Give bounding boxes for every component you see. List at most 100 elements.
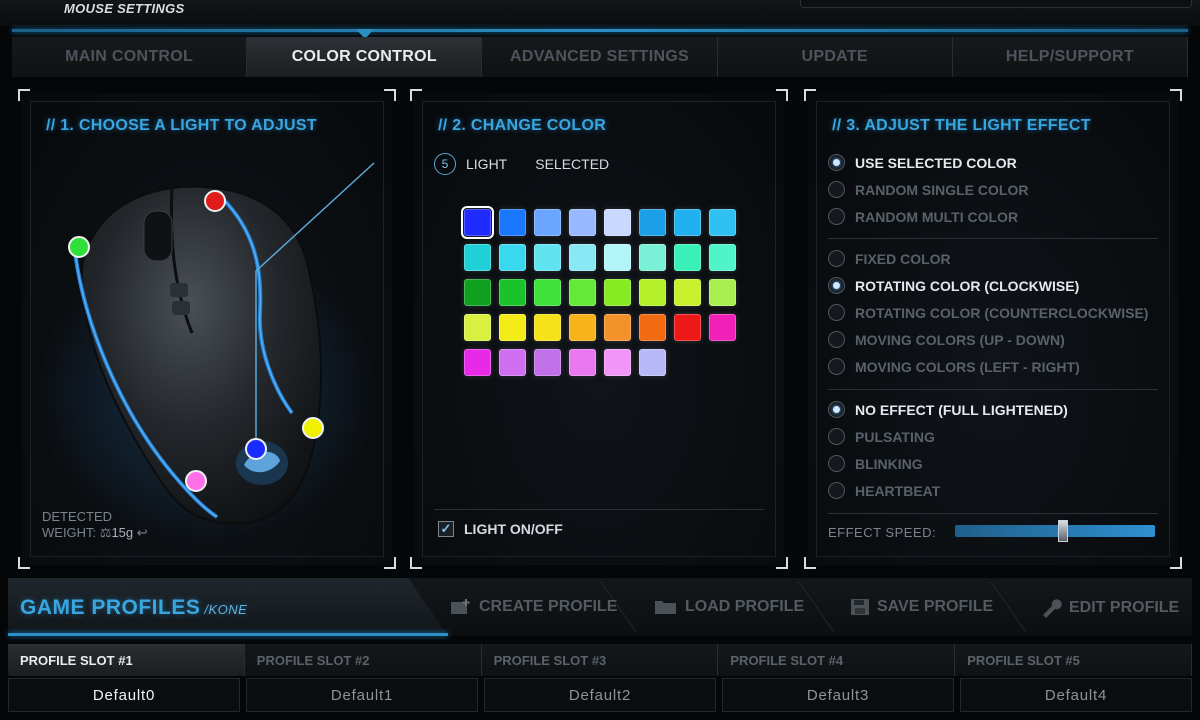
- radio-label: FIXED COLOR: [855, 250, 951, 267]
- color-swatch[interactable]: [534, 314, 561, 341]
- color-swatch[interactable]: [569, 314, 596, 341]
- color-swatch[interactable]: [639, 279, 666, 306]
- color-swatch[interactable]: [674, 279, 701, 306]
- radio-button[interactable]: [828, 181, 845, 198]
- radio-button[interactable]: [828, 482, 845, 499]
- profile-name-1[interactable]: Default0: [8, 678, 240, 712]
- color-swatch[interactable]: [499, 349, 526, 376]
- light-point-3[interactable]: [245, 438, 267, 460]
- radio-button[interactable]: [828, 277, 845, 294]
- radio-rotating-counterclockwise[interactable]: ROTATING COLOR (COUNTERCLOCKWISE): [828, 299, 1148, 326]
- color-swatch[interactable]: [499, 279, 526, 306]
- color-swatch[interactable]: [534, 349, 561, 376]
- color-swatch[interactable]: [674, 244, 701, 271]
- radio-use-selected-color[interactable]: USE SELECTED COLOR: [828, 149, 1028, 176]
- profile-name-3[interactable]: Default2: [484, 678, 716, 712]
- effect-speed-slider[interactable]: [955, 520, 1155, 542]
- profile-slot-2[interactable]: PROFILE SLOT #2: [244, 644, 482, 676]
- radio-no-effect[interactable]: NO EFFECT (FULL LIGHTENED): [828, 396, 1068, 423]
- profile-slot-tabs: PROFILE SLOT #1 PROFILE SLOT #2 PROFILE …: [8, 644, 1192, 676]
- tab-help-support[interactable]: HELP/SUPPORT: [952, 37, 1189, 77]
- color-swatch[interactable]: [709, 279, 736, 306]
- profile-name-4[interactable]: Default3: [722, 678, 954, 712]
- color-swatch[interactable]: [639, 209, 666, 236]
- color-swatch[interactable]: [674, 314, 701, 341]
- radio-rotating-clockwise[interactable]: ROTATING COLOR (CLOCKWISE): [828, 272, 1148, 299]
- color-swatch[interactable]: [499, 244, 526, 271]
- radio-random-single-color[interactable]: RANDOM SINGLE COLOR: [828, 176, 1028, 203]
- color-swatch[interactable]: [639, 314, 666, 341]
- radio-button[interactable]: [828, 250, 845, 267]
- radio-button[interactable]: [828, 154, 845, 171]
- color-swatch[interactable]: [709, 314, 736, 341]
- radio-blinking[interactable]: BLINKING: [828, 450, 1068, 477]
- light-onoff-toggle[interactable]: ✓ LIGHT ON/OFF: [438, 521, 563, 537]
- light-point-5[interactable]: [185, 470, 207, 492]
- light-point-2[interactable]: [68, 236, 90, 258]
- load-profile-button[interactable]: LOAD PROFILE: [654, 598, 804, 616]
- radio-pulsating[interactable]: PULSATING: [828, 423, 1068, 450]
- radio-button[interactable]: [828, 331, 845, 348]
- light-point-1[interactable]: [204, 190, 226, 212]
- radio-button[interactable]: [828, 401, 845, 418]
- color-swatch[interactable]: [604, 244, 631, 271]
- profile-slot-5[interactable]: PROFILE SLOT #5: [955, 644, 1192, 676]
- save-profile-button[interactable]: SAVE PROFILE: [850, 598, 993, 616]
- radio-random-multi-color[interactable]: RANDOM MULTI COLOR: [828, 203, 1028, 230]
- radio-label: MOVING COLORS (LEFT - RIGHT): [855, 358, 1080, 375]
- radio-label: RANDOM SINGLE COLOR: [855, 181, 1029, 198]
- color-swatch[interactable]: [639, 244, 666, 271]
- color-swatch[interactable]: [709, 244, 736, 271]
- radio-label: PULSATING: [855, 428, 935, 445]
- color-swatch[interactable]: [569, 244, 596, 271]
- tab-update[interactable]: UPDATE: [717, 37, 953, 77]
- color-swatch[interactable]: [604, 279, 631, 306]
- radio-moving-left-right[interactable]: MOVING COLORS (LEFT - RIGHT): [828, 353, 1148, 380]
- tab-color-control[interactable]: COLOR CONTROL: [247, 37, 483, 77]
- color-swatch[interactable]: [569, 209, 596, 236]
- color-swatch[interactable]: [499, 209, 526, 236]
- color-swatch[interactable]: [464, 349, 491, 376]
- radio-fixed-color[interactable]: FIXED COLOR: [828, 245, 1148, 272]
- create-profile-button[interactable]: CREATE PROFILE: [450, 598, 617, 616]
- radio-button[interactable]: [828, 428, 845, 445]
- panel-corner: [1170, 557, 1182, 569]
- color-swatch[interactable]: [674, 209, 701, 236]
- effect-group: NO EFFECT (FULL LIGHTENED) PULSATING BLI…: [828, 396, 1068, 504]
- profile-slot-3[interactable]: PROFILE SLOT #3: [481, 644, 719, 676]
- load-profile-label: LOAD PROFILE: [685, 598, 805, 615]
- radio-moving-up-down[interactable]: MOVING COLORS (UP - DOWN): [828, 326, 1148, 353]
- slider-thumb[interactable]: [1058, 520, 1068, 542]
- color-swatch[interactable]: [569, 349, 596, 376]
- color-swatch[interactable]: [709, 209, 736, 236]
- profile-name-5[interactable]: Default4: [960, 678, 1192, 712]
- color-swatch[interactable]: [569, 279, 596, 306]
- light-effect-title: // 3. ADJUST THE LIGHT EFFECT: [832, 117, 1091, 134]
- color-swatch[interactable]: [464, 244, 491, 271]
- profile-name-2[interactable]: Default1: [246, 678, 478, 712]
- color-swatch[interactable]: [534, 279, 561, 306]
- radio-button[interactable]: [828, 304, 845, 321]
- color-swatch[interactable]: [464, 314, 491, 341]
- radio-button[interactable]: [828, 358, 845, 375]
- profile-slot-1[interactable]: PROFILE SLOT #1: [8, 644, 245, 676]
- radio-heartbeat[interactable]: HEARTBEAT: [828, 477, 1068, 504]
- edit-profile-button[interactable]: EDIT PROFILE: [1040, 598, 1179, 618]
- profile-slot-4[interactable]: PROFILE SLOT #4: [718, 644, 956, 676]
- tab-main-control[interactable]: MAIN CONTROL: [12, 37, 248, 77]
- color-swatch[interactable]: [604, 349, 631, 376]
- color-swatch[interactable]: [464, 279, 491, 306]
- radio-button[interactable]: [828, 208, 845, 225]
- main-tabs: MAIN CONTROL COLOR CONTROL ADVANCED SETT…: [12, 37, 1189, 77]
- color-swatch[interactable]: [499, 314, 526, 341]
- radio-button[interactable]: [828, 455, 845, 472]
- light-onoff-checkbox[interactable]: ✓: [438, 521, 454, 537]
- light-point-4[interactable]: [302, 417, 324, 439]
- color-swatch[interactable]: [604, 209, 631, 236]
- color-swatch[interactable]: [639, 349, 666, 376]
- tab-advanced-settings[interactable]: ADVANCED SETTINGS: [482, 37, 718, 77]
- color-swatch[interactable]: [604, 314, 631, 341]
- color-swatch[interactable]: [534, 244, 561, 271]
- color-swatch[interactable]: [534, 209, 561, 236]
- color-swatch[interactable]: [461, 206, 494, 239]
